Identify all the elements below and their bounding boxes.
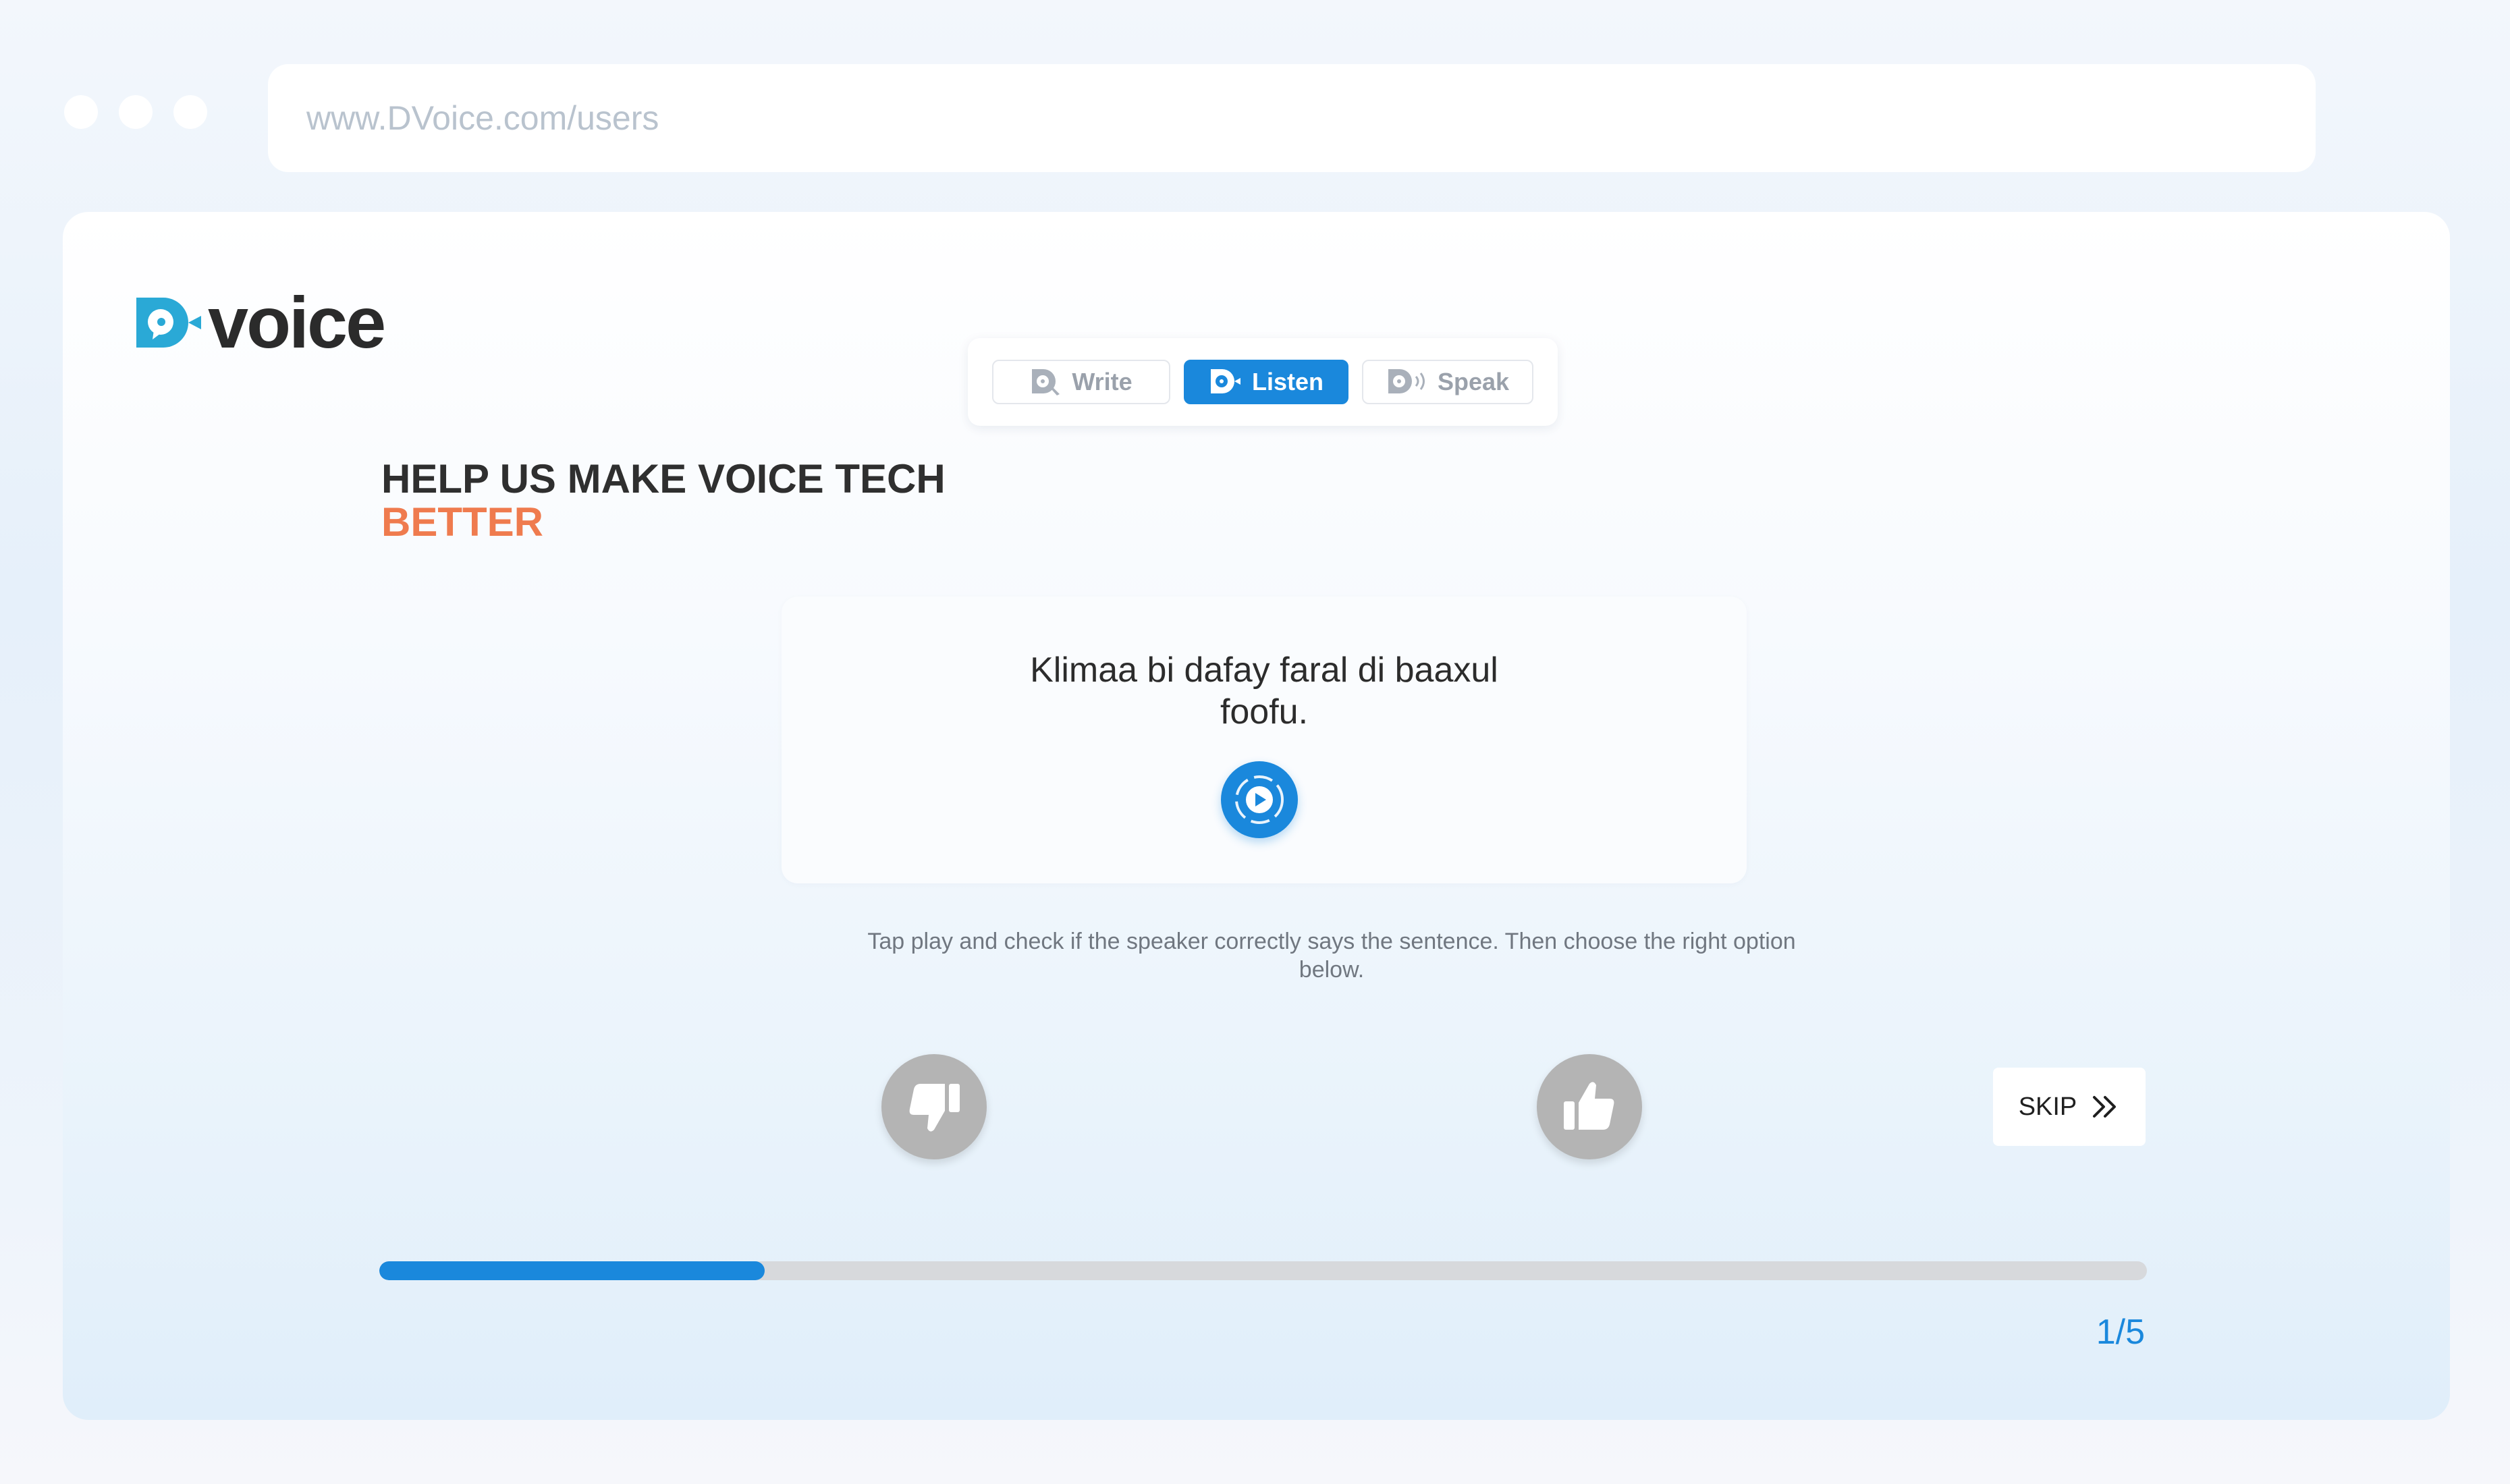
- progress-bar: [379, 1261, 2147, 1280]
- logo-wordmark: voice: [208, 286, 384, 359]
- play-icon: [1228, 769, 1290, 831]
- page-headline: HELP US MAKE VOICE TECH BETTER: [381, 458, 946, 544]
- skip-label: SKIP: [2019, 1093, 2077, 1122]
- main-panel: voice Write Listen: [63, 212, 2450, 1420]
- address-bar[interactable]: www.DVoice.com/users: [268, 64, 2316, 172]
- tab-speak[interactable]: Speak: [1362, 360, 1533, 404]
- window-controls: [64, 95, 207, 129]
- dvoice-write-icon: [1030, 367, 1062, 397]
- progress-counter: 1/5: [2096, 1312, 2145, 1352]
- dvoice-logo[interactable]: voice: [134, 286, 384, 359]
- sentence-card: Klimaa bi dafay faral di baaxul foofu.: [782, 597, 1747, 883]
- headline-line-2: BETTER: [381, 501, 946, 544]
- tab-write-label: Write: [1072, 368, 1132, 396]
- window-dot[interactable]: [173, 95, 207, 129]
- tab-speak-label: Speak: [1438, 368, 1509, 396]
- thumbs-up-button[interactable]: [1537, 1054, 1642, 1159]
- url-text: www.DVoice.com/users: [306, 99, 659, 138]
- thumbs-down-icon: [902, 1074, 966, 1139]
- window-dot[interactable]: [119, 95, 153, 129]
- progress-fill: [379, 1261, 765, 1280]
- dvoice-listen-icon: [1209, 367, 1243, 397]
- sentence-text: Klimaa bi dafay faral di baaxul foofu.: [1008, 649, 1521, 733]
- double-chevron-right-icon: [2090, 1093, 2120, 1120]
- tab-write[interactable]: Write: [992, 360, 1170, 404]
- dvoice-logo-icon: [134, 295, 204, 350]
- skip-button[interactable]: SKIP: [1993, 1068, 2146, 1146]
- mode-tabs: Write Listen Speak: [968, 338, 1558, 426]
- window-dot[interactable]: [64, 95, 98, 129]
- thumbs-down-button[interactable]: [881, 1054, 987, 1159]
- headline-line-1: HELP US MAKE VOICE TECH: [381, 458, 946, 501]
- tab-listen-label: Listen: [1252, 368, 1324, 396]
- play-button[interactable]: [1221, 761, 1298, 838]
- thumbs-up-icon: [1557, 1074, 1622, 1139]
- tab-listen[interactable]: Listen: [1184, 360, 1348, 404]
- instruction-text: Tap play and check if the speaker correc…: [852, 927, 1811, 984]
- dvoice-speak-icon: [1386, 367, 1428, 397]
